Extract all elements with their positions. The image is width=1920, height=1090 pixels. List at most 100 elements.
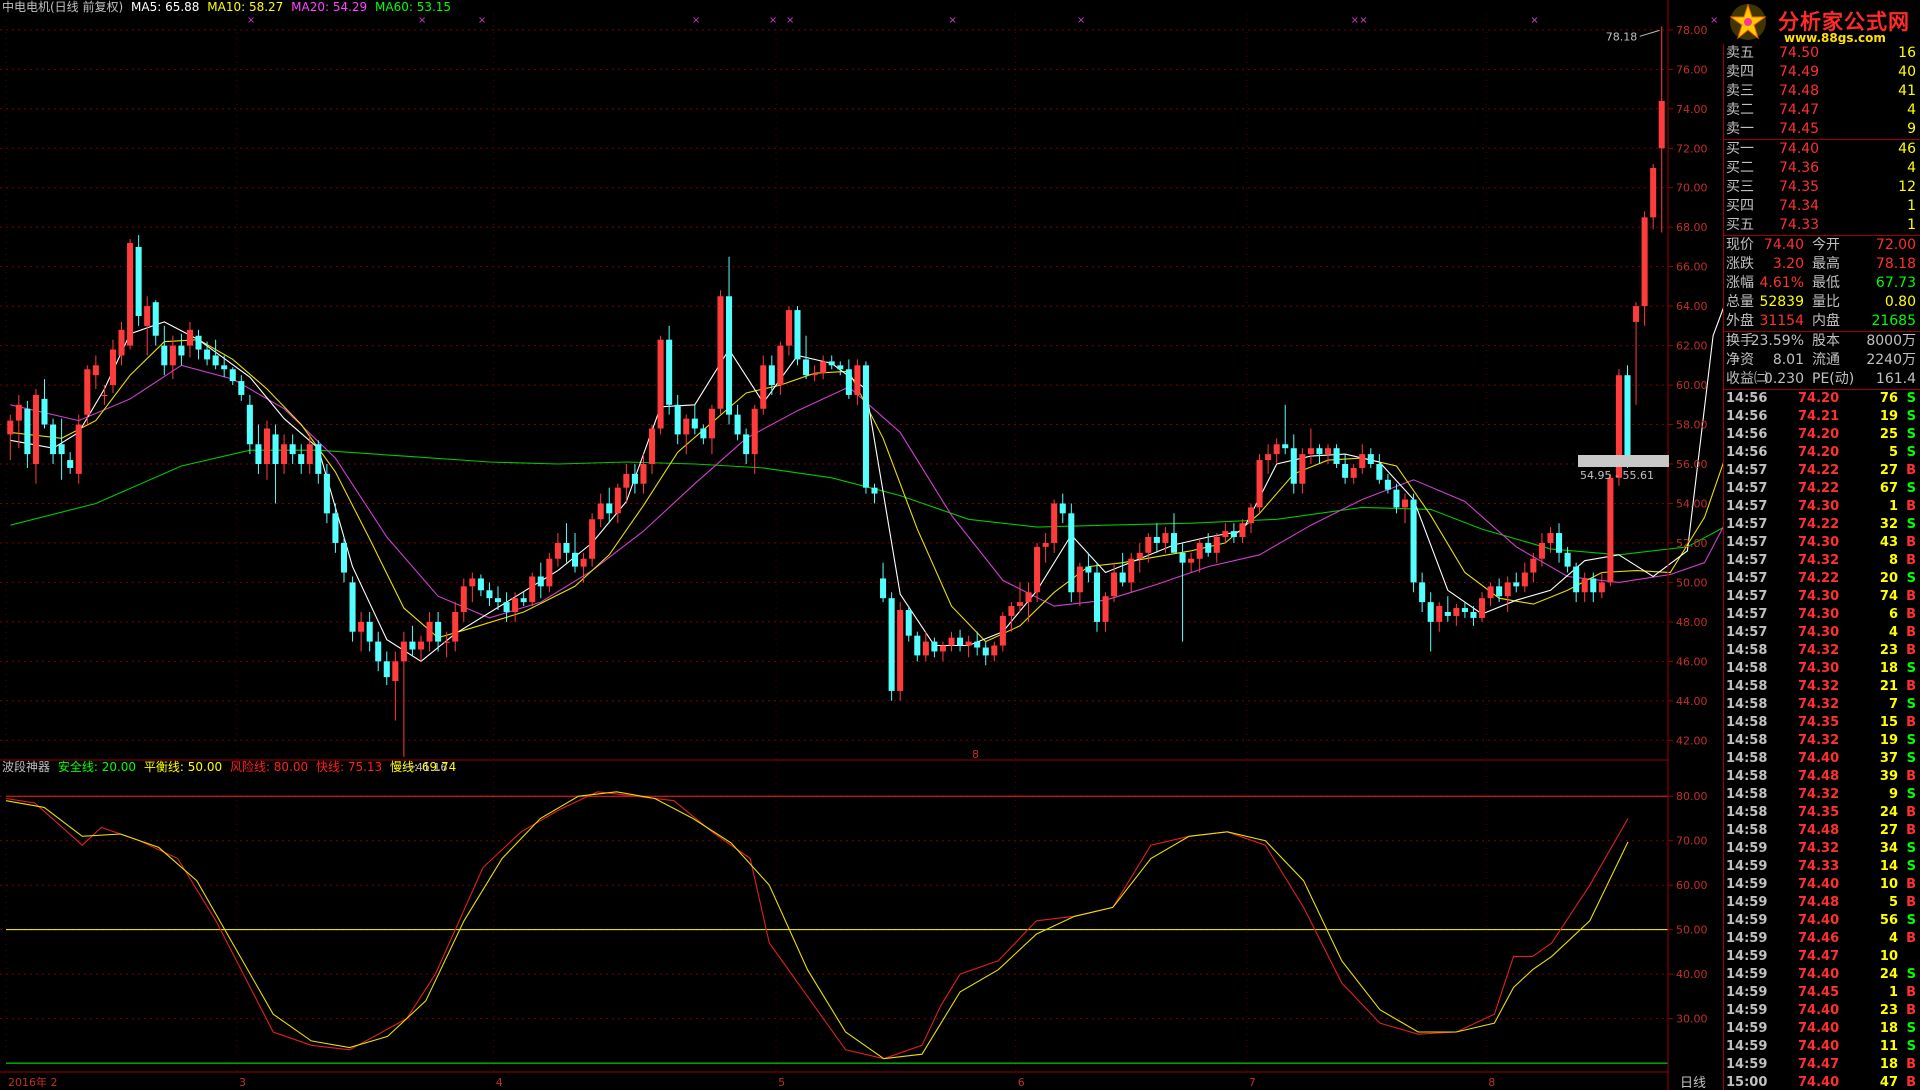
candle-up [127, 242, 134, 346]
tick-row: 14:59 74.40 23 B [1724, 1002, 1920, 1020]
candle-down [1290, 448, 1297, 484]
high-arrow [1639, 29, 1660, 37]
site-logo: 分析家公式网 www.88gs.com [1720, 0, 1920, 45]
fundamental-value: 8.01 [1772, 352, 1804, 368]
tick-time: 14:57 [1726, 553, 1768, 568]
candle-down [888, 598, 895, 691]
candle-down [957, 637, 964, 646]
fundamental-row: 净资 8.01 流通 2240万 [1724, 351, 1920, 370]
month-label: 6 [1018, 1076, 1025, 1089]
tick-volume: 8 [1888, 553, 1898, 568]
fundamental-row: 收益㈡ 0.230 PE(动) 161.4 [1724, 370, 1920, 389]
tick-price: 74.20 [1798, 391, 1840, 406]
candle-up [1136, 552, 1143, 559]
tick-time: 14:57 [1726, 463, 1768, 478]
order-volume: 1 [1907, 217, 1916, 233]
candle-up [460, 586, 467, 612]
candle-up [1350, 467, 1357, 478]
fundamental-value: 2240万 [1866, 352, 1916, 368]
tick-list[interactable]: 14:56 74.20 76 S 14:56 74.21 19 S 14:56 74.20 25 S 1… [1724, 390, 1920, 1090]
candle-up [1025, 592, 1032, 603]
candle-down [1179, 552, 1186, 563]
candle-up [777, 345, 784, 386]
candle-up [1641, 217, 1648, 307]
candle-down [1410, 499, 1417, 583]
order-volume: 4 [1907, 102, 1916, 118]
tick-direction: B [1906, 715, 1916, 730]
tick-price: 74.22 [1798, 481, 1840, 496]
tick-direction: S [1906, 481, 1916, 496]
candle-down [837, 365, 844, 370]
fundamental-value: 8000万 [1866, 333, 1916, 349]
low-annotation: 41.16 [416, 761, 448, 774]
candle-up [1162, 533, 1169, 543]
tick-direction: S [1906, 445, 1916, 460]
candle-up [991, 645, 998, 656]
tick-row: 14:59 74.48 5 B [1724, 894, 1920, 912]
candle-up [623, 473, 630, 488]
tick-price: 74.30 [1798, 625, 1840, 640]
sell-order-row: 卖四 74.49 40 [1724, 63, 1920, 82]
candle-up [529, 576, 536, 603]
candle-down [1461, 608, 1468, 612]
tick-price: 74.20 [1798, 427, 1840, 442]
candle-up [109, 349, 116, 386]
candle-up [589, 519, 596, 559]
order-price: 74.50 [1779, 45, 1820, 61]
candle-down [221, 365, 228, 370]
candle-up [15, 404, 22, 421]
candle-up [965, 641, 972, 646]
buy-order-row: 买四 74.34 1 [1724, 197, 1920, 216]
tick-direction: B [1906, 823, 1916, 838]
order-label: 卖一 [1726, 121, 1754, 137]
candle-up [1581, 578, 1588, 593]
tick-volume: 19 [1879, 733, 1898, 748]
tick-direction: B [1906, 1075, 1916, 1090]
buy-orders: 买一 74.40 46 买二 74.36 4 买三 74.35 12 买四 74.34 1 买五 74.3… [1724, 140, 1920, 236]
candle-up [7, 420, 14, 435]
candle-down [734, 414, 741, 435]
event-x-marker: × [1077, 15, 1085, 26]
candle-down [905, 610, 912, 636]
period-label[interactable]: 日线 [1680, 1072, 1706, 1090]
candle-up [1453, 608, 1460, 616]
candle-up [469, 578, 476, 587]
quote-value: 31154 [1759, 313, 1804, 329]
price-tick-label: 44.00 [1676, 695, 1708, 708]
tick-direction: B [1906, 769, 1916, 784]
tick-volume: 5 [1888, 895, 1898, 910]
candle-up [854, 365, 861, 395]
candle-up [1042, 542, 1049, 547]
tick-time: 14:59 [1726, 877, 1768, 892]
tick-volume: 10 [1879, 949, 1898, 964]
sell-order-row: 卖五 74.50 16 [1724, 44, 1920, 63]
tick-time: 14:58 [1726, 697, 1768, 712]
candlestick-chart[interactable]: 78.00 76.00 74.00 72.00 70.00 68.00 66.00 64.00… [0, 0, 1723, 1090]
tick-time: 14:57 [1726, 625, 1768, 640]
tick-direction: B [1906, 553, 1916, 568]
candle-down [768, 365, 775, 386]
quote-value: 0.80 [1884, 294, 1916, 310]
candle-up [392, 661, 399, 682]
tick-time: 15:00 [1726, 1075, 1768, 1090]
candle-down [1393, 489, 1400, 508]
candle-down [152, 302, 159, 336]
candle-down [1496, 586, 1503, 597]
candle-up [1307, 448, 1314, 455]
candle-up [417, 641, 425, 650]
tick-time: 14:56 [1726, 391, 1768, 406]
tick-time: 14:57 [1726, 571, 1768, 586]
tick-direction: S [1906, 1021, 1916, 1036]
order-price: 74.35 [1779, 179, 1820, 195]
candle-up [649, 428, 656, 464]
tick-row: 14:57 74.30 43 B [1724, 534, 1920, 552]
order-volume: 1 [1907, 198, 1916, 214]
tick-direction: B [1906, 643, 1916, 658]
order-price: 74.33 [1779, 217, 1820, 233]
tick-time: 14:58 [1726, 769, 1768, 784]
tick-direction: S [1906, 751, 1916, 766]
tick-price: 74.48 [1798, 895, 1840, 910]
tick-direction: B [1906, 625, 1916, 640]
tick-volume: 19 [1879, 409, 1898, 424]
tick-row: 14:59 74.47 18 B [1724, 1056, 1920, 1074]
